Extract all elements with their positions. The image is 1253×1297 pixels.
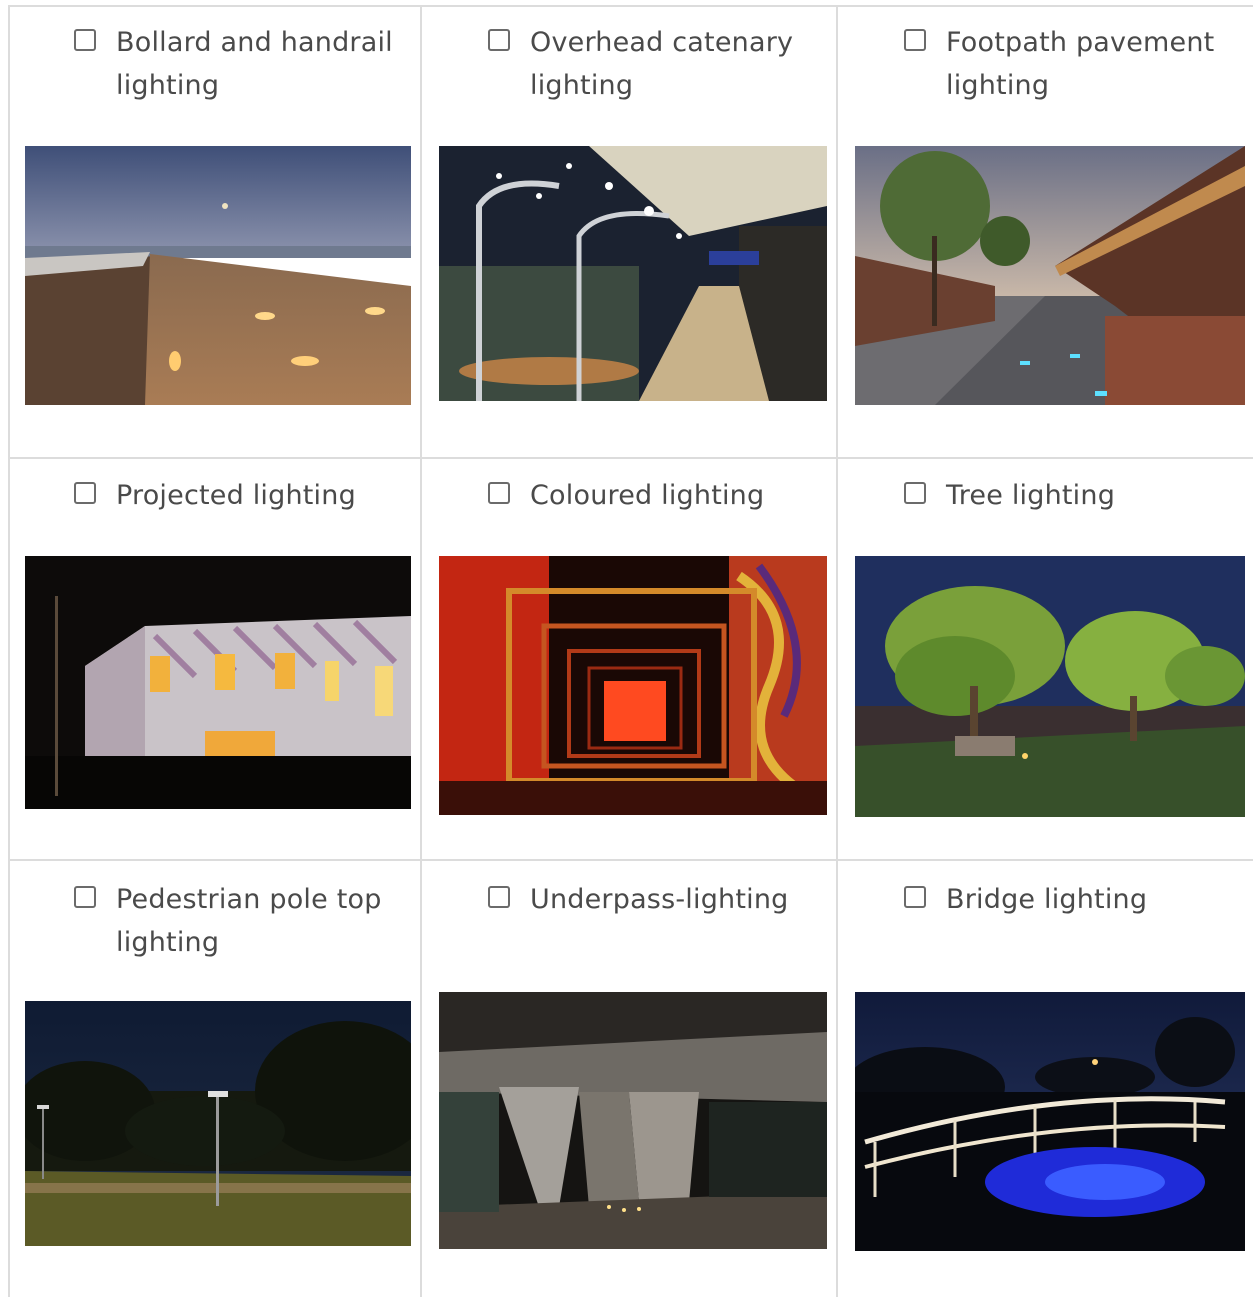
grid-line-row2 <box>8 859 1253 861</box>
option-footpath-pavement[interactable]: Footpath pavement lighting <box>904 21 1234 107</box>
option-pedestrian-pole-top[interactable]: Pedestrian pole top lighting <box>74 878 404 964</box>
option-label[interactable]: Projected lighting <box>116 474 356 517</box>
bridge-photo <box>855 992 1245 1251</box>
uplit-trees-photo <box>855 556 1245 817</box>
grid-line-left <box>8 5 10 1297</box>
checkbox[interactable] <box>488 29 510 51</box>
footpath-pavement-photo <box>855 146 1245 405</box>
park-pole-photo <box>25 1001 411 1246</box>
option-label[interactable]: Coloured lighting <box>530 474 764 517</box>
checkbox[interactable] <box>904 482 926 504</box>
option-bridge[interactable]: Bridge lighting <box>904 878 1234 921</box>
option-underpass[interactable]: Underpass-lighting <box>488 878 818 921</box>
option-tree[interactable]: Tree lighting <box>904 474 1234 517</box>
checkbox[interactable] <box>904 886 926 908</box>
option-label[interactable]: Bridge lighting <box>946 878 1147 921</box>
checkbox[interactable] <box>74 886 96 908</box>
grid-line-col2 <box>836 5 838 1297</box>
option-bollard-handrail[interactable]: Bollard and handrail lighting <box>74 21 404 107</box>
option-label[interactable]: Tree lighting <box>946 474 1115 517</box>
checkbox[interactable] <box>488 482 510 504</box>
option-label[interactable]: Footpath pavement lighting <box>946 21 1234 107</box>
red-frames-photo <box>439 556 827 815</box>
option-label[interactable]: Overhead catenary lighting <box>530 21 818 107</box>
grid-line-row1 <box>8 457 1253 459</box>
option-overhead-catenary[interactable]: Overhead catenary lighting <box>488 21 818 107</box>
boardwalk-bollard-photo <box>25 146 411 405</box>
option-label[interactable]: Pedestrian pole top lighting <box>116 878 404 964</box>
grid-line-top <box>8 5 1253 7</box>
checkbox[interactable] <box>904 29 926 51</box>
option-label[interactable]: Bollard and handrail lighting <box>116 21 404 107</box>
option-projected[interactable]: Projected lighting <box>74 474 404 517</box>
option-coloured[interactable]: Coloured lighting <box>488 474 818 517</box>
checkbox[interactable] <box>488 886 510 908</box>
grid-line-col1 <box>420 5 422 1297</box>
projected-building-photo <box>25 556 411 809</box>
lighting-options-grid: Bollard and handrail lighting Overhead c… <box>0 0 1253 1297</box>
checkbox[interactable] <box>74 482 96 504</box>
checkbox[interactable] <box>74 29 96 51</box>
street-catenary-photo <box>439 146 827 401</box>
underpass-photo <box>439 992 827 1249</box>
option-label[interactable]: Underpass-lighting <box>530 878 788 921</box>
